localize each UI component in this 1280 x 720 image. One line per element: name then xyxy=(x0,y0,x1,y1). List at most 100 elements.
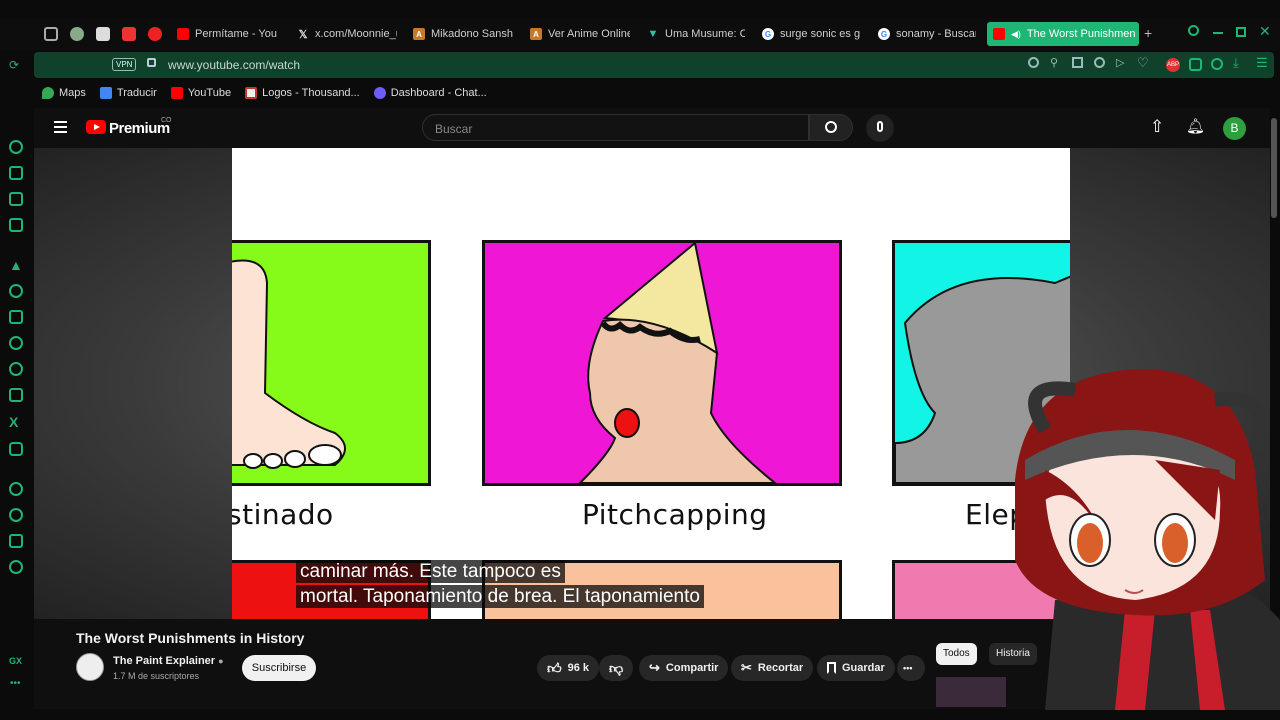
video-title: The Worst Punishments in History xyxy=(76,630,305,646)
vtuber-character xyxy=(1015,369,1280,710)
refresh-sidebar-icon[interactable]: ⟳ xyxy=(9,58,19,72)
pinned-tab-icon[interactable] xyxy=(96,27,110,41)
pinned-tab-icon[interactable] xyxy=(122,27,136,41)
chip-todos[interactable]: Todos xyxy=(936,643,977,665)
minimize-icon[interactable] xyxy=(1213,32,1223,34)
bookmark-dashboard[interactable]: Dashboard - Chat... xyxy=(373,87,487,99)
translate-icon xyxy=(99,87,112,99)
extensions-icon[interactable] xyxy=(9,534,23,548)
tab-xcom[interactable]: 𝕏x.com/Moonnie_u xyxy=(297,22,397,46)
maps-pin-icon xyxy=(42,87,54,99)
more-actions-button[interactable]: ••• xyxy=(897,655,925,681)
vue-favicon-icon: ▼ xyxy=(647,28,659,40)
new-tab-button[interactable]: + xyxy=(1144,25,1152,41)
audio-playing-icon[interactable]: ◀) xyxy=(1011,29,1021,40)
hamburger-menu-icon[interactable] xyxy=(54,121,67,133)
url-text[interactable]: www.youtube.com/watch xyxy=(168,58,300,72)
player-icon[interactable] xyxy=(9,482,23,496)
discord-icon[interactable] xyxy=(9,442,23,456)
voice-search-button[interactable] xyxy=(866,114,894,142)
messenger-m-icon[interactable] xyxy=(9,218,23,232)
block-icon[interactable] xyxy=(1094,57,1105,68)
clip-label: Recortar xyxy=(757,662,804,674)
account-avatar[interactable]: B xyxy=(1223,117,1246,140)
like-button[interactable]: 👍︎ 96 k xyxy=(537,655,600,681)
clip-button[interactable]: ✂ Recortar xyxy=(731,655,814,681)
menu-icon[interactable]: ☰ xyxy=(1256,55,1268,71)
history-icon[interactable] xyxy=(9,508,23,522)
more-icon[interactable]: ••• xyxy=(10,678,21,689)
save-label: Guardar xyxy=(842,662,885,674)
tab-label: x.com/Moonnie_u xyxy=(315,28,397,40)
tab-permitame[interactable]: Permítame - YouT xyxy=(177,22,277,46)
x-twitter-icon[interactable]: X xyxy=(9,414,18,430)
subscribe-button[interactable]: Suscribirse xyxy=(242,655,316,681)
shopping-icon[interactable] xyxy=(9,166,23,180)
youtube-logo-icon[interactable] xyxy=(86,120,106,134)
notifications-bell-icon[interactable]: 🔔︎ xyxy=(1186,117,1205,135)
search-tabs-icon[interactable] xyxy=(1188,25,1199,36)
heart-icon[interactable]: ♡ xyxy=(1137,55,1149,71)
twitch-icon[interactable] xyxy=(9,310,23,324)
page-scrollbar[interactable] xyxy=(1271,118,1277,218)
tab-label: surge sonic es g xyxy=(780,28,860,40)
microphone-icon xyxy=(877,121,883,132)
foot-illustration xyxy=(232,259,346,469)
bookmark-youtube[interactable]: YouTube xyxy=(170,87,231,99)
messenger-icon[interactable] xyxy=(9,336,23,350)
tab-sonamy[interactable]: Gsonamy - Buscar xyxy=(878,22,976,46)
send-icon[interactable]: ▷ xyxy=(1116,56,1124,69)
download-icon[interactable]: ⤓ xyxy=(1233,55,1239,71)
thumbs-down-icon: 👎︎ xyxy=(609,659,624,676)
aria-icon[interactable]: ▲ xyxy=(9,258,23,272)
adblock-icon[interactable]: ABP xyxy=(1166,58,1180,72)
search-icon xyxy=(825,121,837,133)
settings-icon[interactable] xyxy=(9,560,23,574)
whatsapp-icon[interactable] xyxy=(9,362,23,376)
pin-icon[interactable]: ⚲ xyxy=(1050,56,1058,69)
tab-worst-punishments[interactable]: ◀) The Worst Punishmen xyxy=(987,22,1139,46)
restore-icon[interactable] xyxy=(1236,27,1246,37)
share-label: Compartir xyxy=(665,662,719,674)
vpn-badge[interactable]: VPN xyxy=(112,58,137,71)
snapshot-icon[interactable] xyxy=(1072,57,1083,68)
x-favicon-icon: 𝕏 xyxy=(298,28,308,41)
gx-label[interactable]: GX xyxy=(9,656,22,666)
upload-icon[interactable]: ⇧ xyxy=(1150,117,1164,137)
share-button[interactable]: ↪ Compartir xyxy=(639,655,729,681)
extensions-toolbar-icon[interactable] xyxy=(1189,58,1202,71)
bookmark-maps[interactable]: Maps xyxy=(42,87,86,99)
channel-name[interactable]: The Paint Explainer ● xyxy=(113,655,224,667)
tab-label: The Worst Punishmen xyxy=(1026,28,1136,40)
tab-label: Uma Musume: Ci xyxy=(665,28,745,40)
tab-surge-sonic[interactable]: Gsurge sonic es g xyxy=(762,22,860,46)
tab-ver-anime[interactable]: A Ver Anime Online xyxy=(530,22,630,46)
search-input[interactable]: Buscar xyxy=(422,114,809,141)
channel-avatar[interactable] xyxy=(76,653,104,681)
bookmark-logos[interactable]: Logos - Thousand... xyxy=(245,87,360,99)
wallet-icon[interactable] xyxy=(9,192,23,206)
dislike-button[interactable]: 👎︎ xyxy=(599,655,633,681)
zoom-icon[interactable] xyxy=(1028,57,1039,68)
pinned-tab-icon[interactable] xyxy=(44,27,58,41)
logos-icon xyxy=(245,87,258,99)
tab-mikadono[interactable]: A Mikadono Sanshi xyxy=(413,22,513,46)
address-bar[interactable]: VPN www.youtube.com/watch ⚲ ▷ ♡ xyxy=(34,52,1274,78)
profile-icon[interactable] xyxy=(1211,58,1223,70)
share-icon: ↪ xyxy=(649,660,660,675)
browser-sidebar: ⟳ ▲ X GX ••• xyxy=(0,18,32,708)
instagram-icon[interactable] xyxy=(9,388,23,402)
pinned-tab-icon[interactable] xyxy=(148,27,162,41)
chatgpt-icon[interactable] xyxy=(9,284,23,298)
thumbs-up-icon: 👍︎ xyxy=(547,659,562,676)
bookmark-traducir[interactable]: Traducir xyxy=(99,87,157,99)
tab-label: sonamy - Buscar xyxy=(896,28,976,40)
save-button[interactable]: Guardar xyxy=(817,655,895,681)
pinned-tab-icon[interactable] xyxy=(70,27,84,41)
dashboard-icon xyxy=(373,87,386,99)
tab-label: Mikadono Sanshi xyxy=(431,28,513,40)
tab-uma-musume[interactable]: ▼ Uma Musume: Ci xyxy=(647,22,745,46)
search-button[interactable] xyxy=(809,114,853,141)
close-icon[interactable]: ✕ xyxy=(1259,23,1271,40)
speed-dial-icon[interactable] xyxy=(9,140,23,154)
